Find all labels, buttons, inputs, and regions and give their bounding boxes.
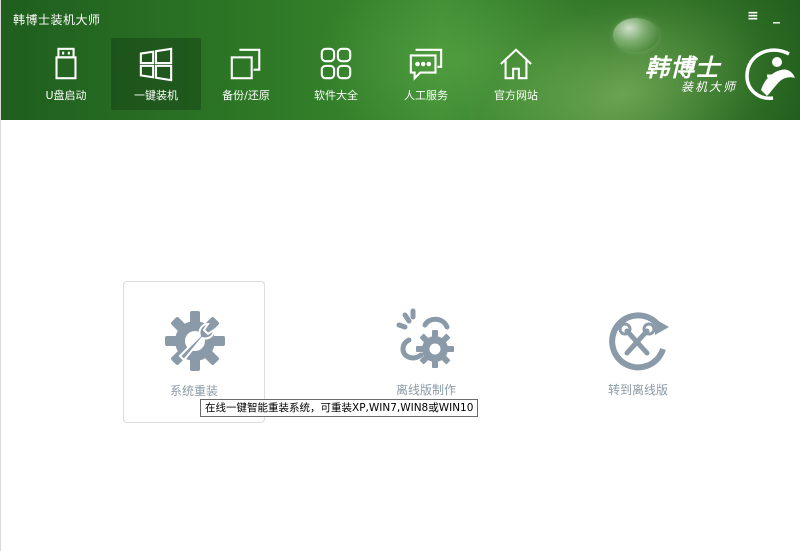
menu-icon[interactable]: ≡ (747, 8, 759, 24)
home-icon (500, 48, 532, 80)
nav-label: 备份/还原 (222, 89, 270, 102)
nav-label: 人工服务 (404, 89, 448, 102)
feature-label: 系统重装 (169, 384, 218, 398)
nav-label: 软件大全 (314, 89, 358, 102)
app-window: 韩博士装机大师 ≡ _ U盘启动 一键装机 备份/还原 软件大全 人工服务 官方… (0, 0, 800, 551)
main-content: 系统重装 离线版制作 转到离线版 (1, 120, 800, 551)
top-nav: U盘启动 一键装机 备份/还原 软件大全 人工服务 官方网站 (21, 38, 561, 112)
nav-label: 一键装机 (134, 89, 178, 102)
feature-switch-offline[interactable]: 转到离线版 (567, 281, 709, 423)
feature-label: 转到离线版 (607, 383, 668, 397)
tooltip: 在线一键智能重装系统，可重装XP,WIN7,WIN8或WIN10 (200, 399, 479, 417)
nav-item-backup-restore[interactable]: 备份/还原 (201, 38, 291, 110)
usb-drive-icon (55, 47, 77, 80)
windows-icon (139, 47, 173, 82)
nav-label: 官方网站 (494, 89, 538, 102)
brand-subtitle: 装机大师 (681, 80, 738, 94)
nav-item-official-site[interactable]: 官方网站 (471, 38, 561, 110)
link-gear-icon (396, 308, 454, 368)
nav-label: U盘启动 (45, 89, 87, 102)
nav-item-customer-service[interactable]: 人工服务 (381, 38, 471, 110)
nav-item-software[interactable]: 软件大全 (291, 38, 381, 110)
minimize-icon[interactable]: _ (773, 8, 780, 24)
window-title: 韩博士装机大师 (13, 13, 101, 27)
nav-item-one-click-install[interactable]: 一键装机 (111, 38, 201, 110)
apps-grid-icon (320, 47, 352, 80)
feature-label: 离线版制作 (395, 383, 456, 397)
chat-icon (409, 48, 443, 81)
tools-refresh-icon (609, 312, 669, 371)
gear-wrench-icon (165, 311, 225, 371)
nav-item-usb-boot[interactable]: U盘启动 (21, 38, 111, 110)
brand-logo: 韩博士 装机大师 (641, 46, 800, 106)
copy-icon (230, 48, 261, 80)
doctor-logo-icon (745, 48, 795, 100)
header-banner: 韩博士装机大师 ≡ _ U盘启动 一键装机 备份/还原 软件大全 人工服务 官方… (1, 0, 800, 120)
